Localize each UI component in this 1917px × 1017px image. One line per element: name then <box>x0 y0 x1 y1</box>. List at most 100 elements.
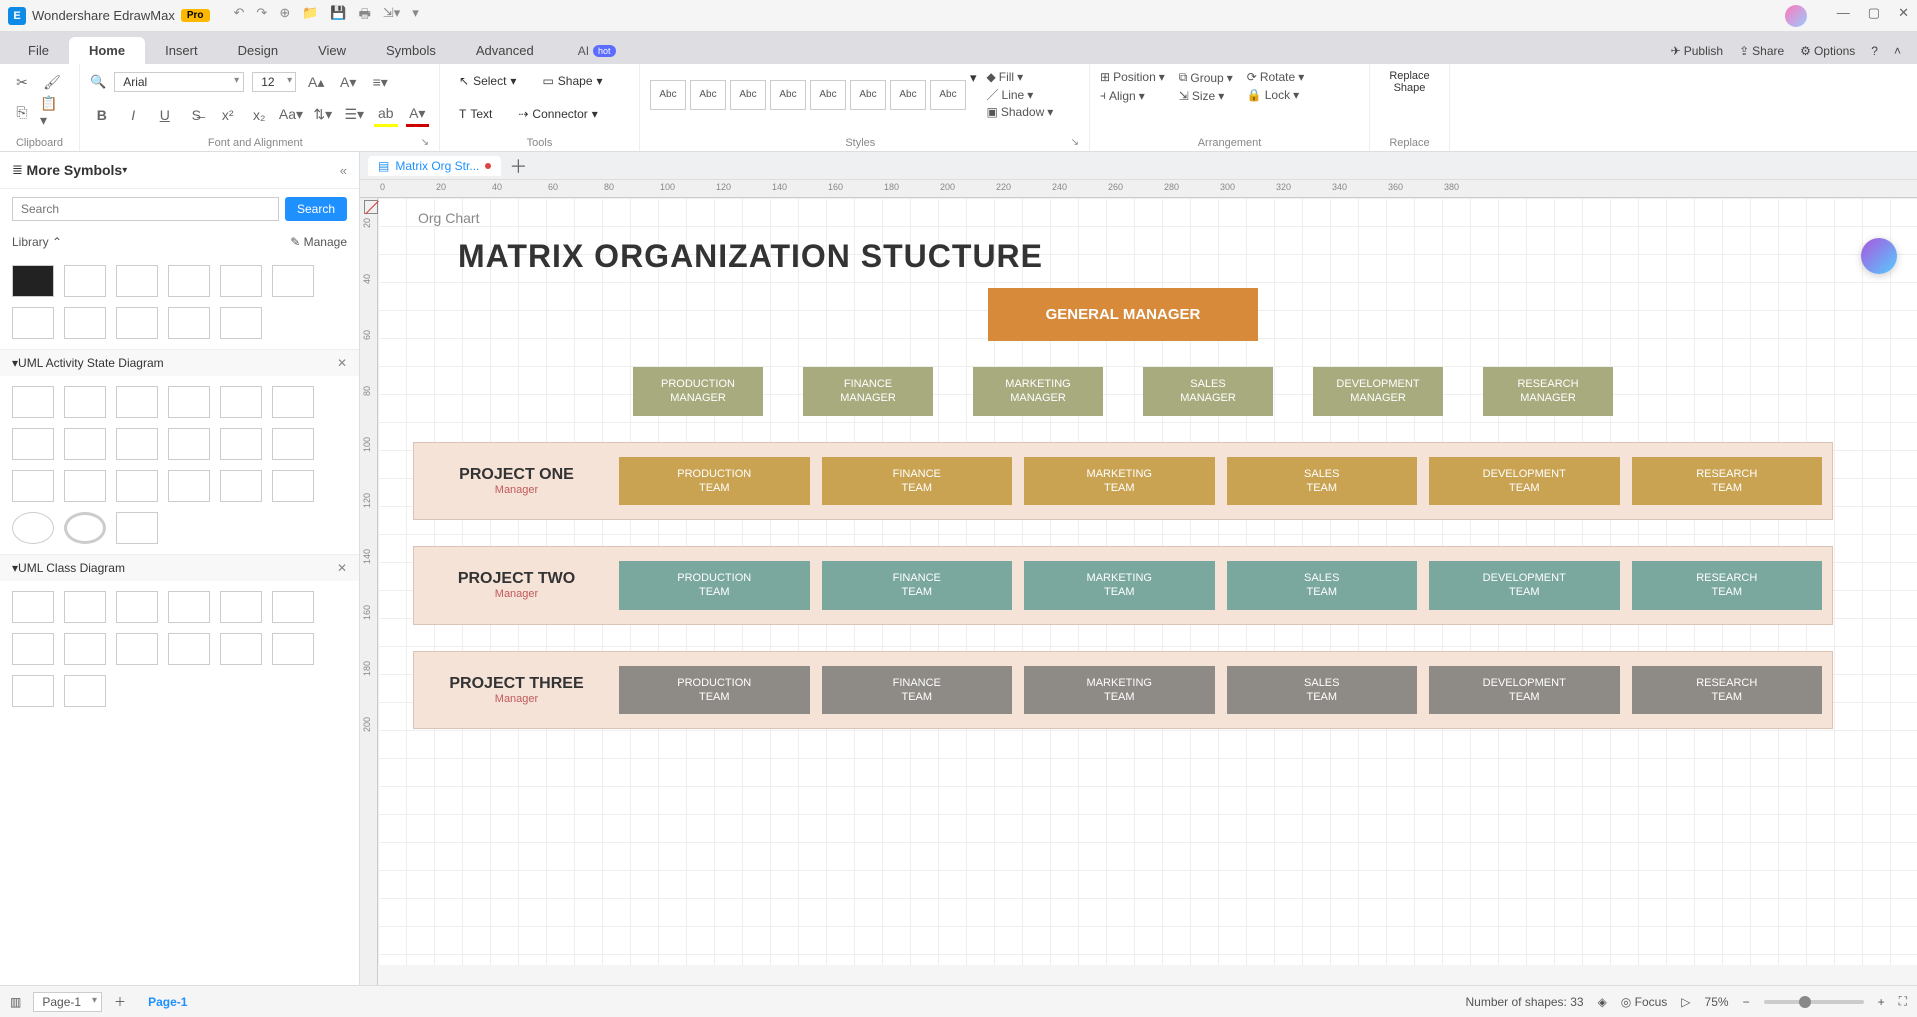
shape-item[interactable] <box>168 633 210 665</box>
fill-button[interactable]: ◆ Fill ▾ <box>987 70 1054 84</box>
bullets-icon[interactable]: ☰▾ <box>343 103 367 127</box>
shape-item[interactable] <box>220 470 262 502</box>
shape-item[interactable] <box>220 386 262 418</box>
align-dropdown-icon[interactable]: ≡▾ <box>368 70 392 94</box>
underline-icon[interactable]: U <box>153 103 177 127</box>
replace-shape-button[interactable]: Replace Shape <box>1389 70 1429 94</box>
select-tool[interactable]: ↖ Select ▾ <box>450 70 525 92</box>
style-preset-3[interactable]: Abc <box>730 80 766 110</box>
shape-item[interactable] <box>12 633 54 665</box>
manager-box[interactable]: DEVELOPMENT MANAGER <box>1313 367 1443 416</box>
new-tab-icon[interactable]: ＋ <box>509 153 527 179</box>
shape-item[interactable] <box>220 265 262 297</box>
user-avatar-icon[interactable] <box>1785 5 1807 27</box>
shape-item[interactable] <box>12 265 54 297</box>
collapse-ribbon-icon[interactable]: ˄ <box>1894 44 1901 58</box>
shape-tool[interactable]: ▭ Shape ▾ <box>533 70 611 92</box>
shape-item[interactable] <box>116 265 158 297</box>
shape-item[interactable] <box>272 591 314 623</box>
help-icon[interactable]: ? <box>1871 44 1878 58</box>
font-search-icon[interactable]: 🔍 <box>90 74 106 90</box>
shape-item[interactable] <box>168 591 210 623</box>
group-button[interactable]: ⧉ Group ▾ <box>1179 70 1233 85</box>
italic-icon[interactable]: I <box>122 103 146 127</box>
shape-item[interactable] <box>12 470 54 502</box>
team-box[interactable]: DEVELOPMENT TEAM <box>1429 457 1620 506</box>
team-box[interactable]: SALES TEAM <box>1227 457 1418 506</box>
shape-item[interactable] <box>12 307 54 339</box>
team-box[interactable]: FINANCE TEAM <box>822 666 1013 715</box>
manager-box[interactable]: MARKETING MANAGER <box>973 367 1103 416</box>
section-close-icon[interactable]: ✕ <box>337 561 347 575</box>
highlight-icon[interactable]: ab <box>374 103 398 127</box>
team-box[interactable]: PRODUCTION TEAM <box>619 561 810 610</box>
team-box[interactable]: PRODUCTION TEAM <box>619 457 810 506</box>
share-button[interactable]: ⇪ Share <box>1739 44 1784 58</box>
styles-more-icon[interactable]: ▾ <box>970 70 977 86</box>
superscript-icon[interactable]: x² <box>216 103 240 127</box>
shape-item[interactable] <box>220 591 262 623</box>
shape-item[interactable] <box>116 591 158 623</box>
shape-item[interactable] <box>272 386 314 418</box>
shape-item[interactable] <box>12 428 54 460</box>
shape-item[interactable] <box>12 512 54 544</box>
page-layout-icon[interactable]: ▥ <box>10 995 21 1009</box>
search-input[interactable] <box>12 197 279 221</box>
shape-item[interactable] <box>64 470 106 502</box>
copy-icon[interactable]: ⎘ <box>10 100 34 124</box>
font-family-select[interactable]: Arial <box>114 72 244 92</box>
menu-insert[interactable]: Insert <box>145 37 218 64</box>
shape-item[interactable] <box>168 386 210 418</box>
shape-item[interactable] <box>12 591 54 623</box>
team-box[interactable]: DEVELOPMENT TEAM <box>1429 561 1620 610</box>
add-page-icon[interactable]: ＋ <box>114 993 126 1010</box>
align-button[interactable]: ⫞ Align ▾ <box>1100 88 1165 103</box>
team-box[interactable]: FINANCE TEAM <box>822 457 1013 506</box>
minimize-icon[interactable]: — <box>1837 5 1850 27</box>
font-color-icon[interactable]: A▾ <box>406 103 430 127</box>
zoom-out-icon[interactable]: − <box>1743 995 1750 1009</box>
line-button[interactable]: ／ Line ▾ <box>987 86 1054 103</box>
team-box[interactable]: SALES TEAM <box>1227 666 1418 715</box>
section-header-activity[interactable]: ▾ UML Activity State Diagram ✕ <box>0 350 359 376</box>
shape-item[interactable] <box>272 428 314 460</box>
shape-item[interactable] <box>64 675 106 707</box>
shape-item[interactable] <box>220 428 262 460</box>
shape-item[interactable] <box>12 386 54 418</box>
style-preset-8[interactable]: Abc <box>930 80 966 110</box>
fit-page-icon[interactable]: ⛶ <box>1899 994 1907 1009</box>
shape-item[interactable] <box>168 428 210 460</box>
shape-item[interactable] <box>64 307 106 339</box>
shape-item[interactable] <box>116 633 158 665</box>
team-box[interactable]: SALES TEAM <box>1227 561 1418 610</box>
shape-item[interactable] <box>64 386 106 418</box>
ai-assistant-icon[interactable] <box>1861 238 1897 274</box>
team-box[interactable]: RESEARCH TEAM <box>1632 457 1823 506</box>
shape-item[interactable] <box>272 265 314 297</box>
font-size-select[interactable]: 12 <box>252 72 296 92</box>
export-icon[interactable]: ⇲▾ <box>383 5 400 27</box>
publish-button[interactable]: ✈ Publish <box>1671 44 1723 58</box>
open-icon[interactable]: 📁 <box>302 5 318 27</box>
zoom-slider[interactable] <box>1764 1000 1864 1004</box>
increase-font-icon[interactable]: A▴ <box>304 70 328 94</box>
lock-button[interactable]: 🔒 Lock ▾ <box>1247 88 1304 102</box>
general-manager-box[interactable]: GENERAL MANAGER <box>988 288 1258 341</box>
new-icon[interactable]: ⊕ <box>279 5 290 27</box>
section-header-class[interactable]: ▾ UML Class Diagram ✕ <box>0 555 359 581</box>
shadow-button[interactable]: ▣ Shadow ▾ <box>987 105 1054 119</box>
shape-item[interactable] <box>64 265 106 297</box>
shape-item[interactable] <box>116 428 158 460</box>
page-tab[interactable]: Page-1 <box>138 995 197 1009</box>
shape-item[interactable] <box>12 675 54 707</box>
text-tool[interactable]: T Text <box>450 103 501 125</box>
focus-button[interactable]: ◎ Focus <box>1621 995 1668 1009</box>
subscript-icon[interactable]: x₂ <box>248 103 272 127</box>
manager-box[interactable]: FINANCE MANAGER <box>803 367 933 416</box>
menu-home[interactable]: Home <box>69 37 145 64</box>
shape-item[interactable] <box>168 470 210 502</box>
chart-title[interactable]: MATRIX ORGANIZATION STUCTURE <box>458 238 1043 275</box>
canvas[interactable]: Org Chart MATRIX ORGANIZATION STUCTURE G… <box>378 198 1917 965</box>
shape-item[interactable] <box>64 428 106 460</box>
strikethrough-icon[interactable]: S̶ <box>185 103 209 127</box>
